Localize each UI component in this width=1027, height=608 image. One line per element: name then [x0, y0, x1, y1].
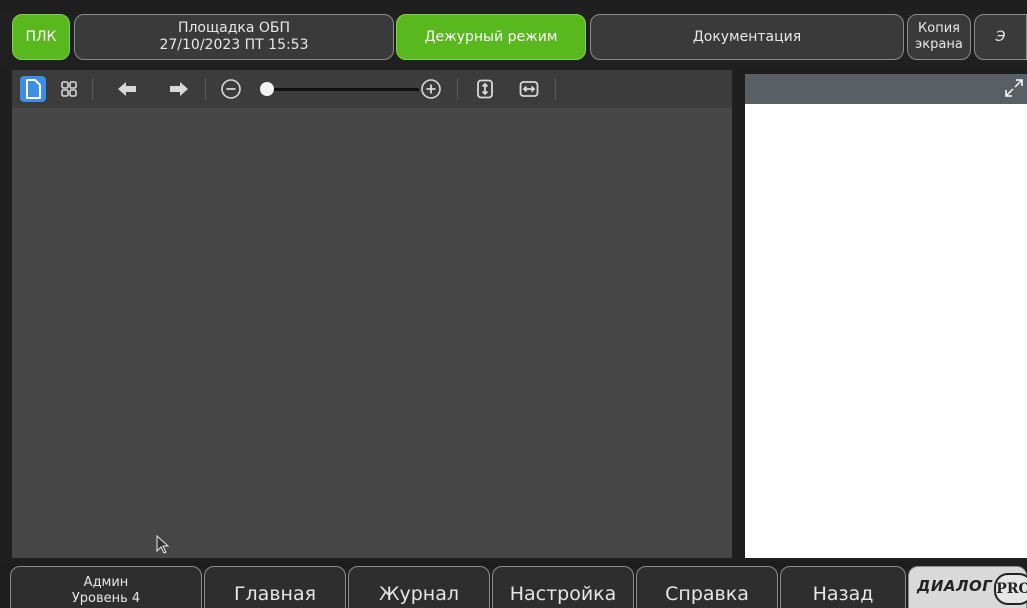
documentation-label: Документация	[692, 28, 802, 45]
site-info-button[interactable]: Площадка ОБП 27/10/2023 ПТ 15:53	[74, 14, 394, 60]
home-label: Главная	[233, 583, 317, 605]
fit-width-icon[interactable]	[516, 76, 542, 102]
toolbar-divider	[92, 78, 93, 100]
bottom-bar: Админ Уровень 4 Главная Журнал Настройка…	[0, 562, 1027, 608]
duty-mode-label: Дежурный режим	[424, 28, 558, 45]
zoom-slider-track[interactable]	[267, 88, 419, 91]
brand-word: ДИАЛОГ	[917, 577, 993, 595]
fit-height-icon[interactable]	[472, 76, 498, 102]
zoom-in-icon[interactable]	[418, 76, 444, 102]
site-name: Площадка ОБП	[177, 20, 291, 36]
help-button[interactable]: Справка	[636, 566, 778, 608]
user-level: Уровень 4	[71, 591, 141, 606]
screenshot-label-line1: Копия	[918, 21, 960, 36]
screenshot-label-line2: экрана	[915, 37, 963, 52]
preview-panel	[745, 74, 1027, 558]
settings-label: Настройка	[509, 583, 617, 605]
toolbar-divider	[555, 78, 556, 100]
brand-logo: ДИАЛОГ PRO	[908, 566, 1027, 608]
grid-view-icon[interactable]	[56, 76, 82, 102]
plc-button[interactable]: ПЛК	[12, 14, 70, 60]
journal-label: Журнал	[379, 583, 459, 605]
user-name: Админ	[83, 575, 129, 590]
zoom-slider-thumb[interactable]	[260, 82, 274, 96]
datetime: 27/10/2023 ПТ 15:53	[159, 37, 309, 53]
brand-pro-badge: PRO	[994, 573, 1027, 605]
back-label: Назад	[812, 583, 874, 605]
extra-label: Э	[995, 28, 1006, 45]
extra-button[interactable]: Э	[974, 14, 1027, 60]
zoom-out-icon[interactable]	[218, 76, 244, 102]
toolbar-divider	[457, 78, 458, 100]
plc-label: ПЛК	[25, 28, 57, 45]
help-label: Справка	[665, 583, 749, 605]
toolbar-divider	[205, 78, 206, 100]
user-button[interactable]: Админ Уровень 4	[10, 566, 202, 608]
arrow-right-icon[interactable]	[166, 76, 192, 102]
mouse-pointer-icon	[156, 534, 170, 559]
document-viewport[interactable]	[12, 108, 732, 558]
app-screen: ПЛК Площадка ОБП 27/10/2023 ПТ 15:53 Деж…	[0, 0, 1027, 608]
back-button[interactable]: Назад	[780, 566, 906, 608]
screenshot-button[interactable]: Копия экрана	[907, 14, 971, 60]
viewer-toolbar	[12, 70, 732, 108]
home-button[interactable]: Главная	[204, 566, 346, 608]
expand-icon[interactable]	[1003, 77, 1025, 99]
duty-mode-button[interactable]: Дежурный режим	[396, 14, 586, 60]
journal-button[interactable]: Журнал	[348, 566, 490, 608]
documentation-button[interactable]: Документация	[590, 14, 904, 60]
preview-panel-header	[745, 74, 1027, 104]
single-page-icon[interactable]	[20, 76, 46, 102]
arrow-left-icon[interactable]	[114, 76, 140, 102]
top-bar: ПЛК Площадка ОБП 27/10/2023 ПТ 15:53 Деж…	[0, 10, 1027, 66]
settings-button[interactable]: Настройка	[492, 566, 634, 608]
